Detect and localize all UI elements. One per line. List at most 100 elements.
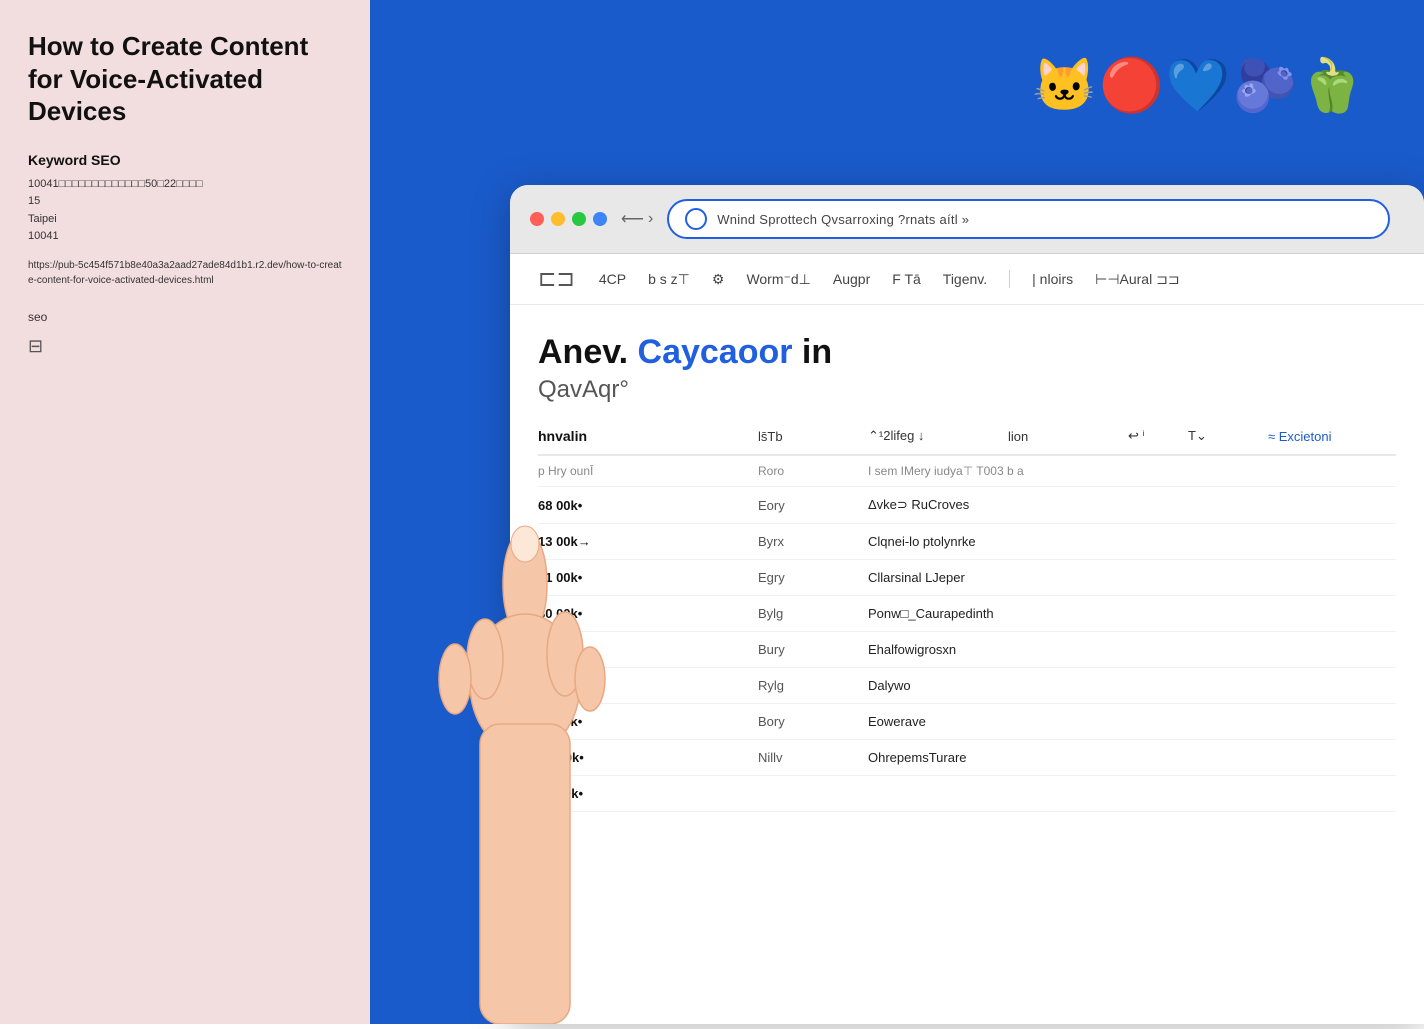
page-heading: Anev. Caycaoor in QavAqr° — [510, 305, 1424, 404]
sidebar: How to Create Content for Voice-Activate… — [0, 0, 370, 1024]
page-heading-sub: QavAqr° — [538, 376, 1396, 404]
nav-arrows[interactable]: ⟵ › — [621, 209, 653, 229]
table-cell-name-0: Eory — [758, 498, 868, 513]
table-col-header-0[interactable]: hnvalin — [538, 428, 758, 444]
nav-logo: ⊏⊐ — [538, 266, 575, 292]
table-col-header-6[interactable]: ≈ Excietoni — [1268, 429, 1388, 444]
table-row[interactable]: 81 00k• Egry Cllarsinal LJeper — [538, 560, 1396, 596]
subheader-2: I sem IMery iudya⊤ T003 b a — [868, 464, 1396, 478]
nav-items: 4CP b s z⊤ ⚙ Worm⁻d⊥ Augpr F Tā Tigenv. … — [599, 270, 1180, 288]
sidebar-meta-line3: Taipei — [28, 213, 57, 225]
table-rows: 68 00k• Eory Δvke⊃ RuCroves 13 00k→ Byrx… — [538, 487, 1396, 812]
table-cell-vol-2: 81 00k• — [538, 570, 758, 585]
nav-divider — [1009, 270, 1010, 288]
nav-back-icon[interactable]: ⟵ — [621, 209, 644, 229]
heading-part1: Anev. — [538, 333, 638, 371]
table-row[interactable]: 68 00k• Eory Δvke⊃ RuCroves — [538, 487, 1396, 524]
table-cell-name-1: Byrx — [758, 534, 868, 549]
emoji-5: 🫑 — [1299, 55, 1364, 116]
table-cell-keyword-2: Cllarsinal LJeper — [868, 570, 1396, 585]
nav-item-0[interactable]: 4CP — [599, 271, 626, 287]
table-cell-keyword-1: Clqnei-lo ptolynrke — [868, 534, 1396, 549]
table-cell-vol-1: 13 00k→ — [538, 534, 758, 549]
sidebar-title: How to Create Content for Voice-Activate… — [28, 30, 342, 128]
heading-part2: in — [792, 333, 832, 371]
table-cell-vol-4: 32 00k• — [538, 642, 758, 657]
sidebar-meta-line4: 10041 — [28, 230, 59, 242]
nav-item-8[interactable]: ⊢⊣Aural ⊐⊐ — [1095, 271, 1179, 288]
nav-item-1[interactable]: b s z⊤ — [648, 271, 690, 288]
emoji-4: 🫐 — [1233, 55, 1298, 116]
sidebar-meta: 10041□□□□□□□□□□□□□50□22□□□□ 15 Taipei 10… — [28, 176, 342, 246]
table-row[interactable]: 32 00k• Bory Eowerave — [538, 704, 1396, 740]
nav-forward-icon[interactable]: › — [648, 210, 653, 228]
table-cell-name-4: Bury — [758, 642, 868, 657]
nav-item-3[interactable]: Worm⁻d⊥ — [746, 271, 810, 288]
table-row[interactable]: 17 004• Rylg Dalywo — [538, 668, 1396, 704]
main-area: 🐱 🔴 💙 🫐 🫑 ⟵ › Wnind Sprottech Qvsarroxin… — [370, 0, 1424, 1024]
close-button[interactable] — [530, 212, 544, 226]
table-cell-name-6: Bory — [758, 714, 868, 729]
heading-blue: Caycaoor — [638, 333, 793, 371]
table-cell-name-5: Rylg — [758, 678, 868, 693]
table-cell-keyword-5: Dalywo — [868, 678, 1396, 693]
emoji-3: 💙 — [1166, 55, 1231, 116]
address-bar[interactable]: Wnind Sprottech Qvsarroxing ?rnats aítl … — [667, 199, 1390, 239]
table-cell-name-7: Nillv — [758, 750, 868, 765]
traffic-lights — [530, 212, 607, 226]
sidebar-keyword: Keyword SEO — [28, 152, 342, 168]
browser-window: ⟵ › Wnind Sprottech Qvsarroxing ?rnats a… — [510, 185, 1424, 1024]
emoji-2: 🔴 — [1099, 55, 1164, 116]
table-cell-vol-6: 32 00k• — [538, 714, 758, 729]
minimize-button[interactable] — [551, 212, 565, 226]
table-cell-name-2: Egry — [758, 570, 868, 585]
nav-item-5[interactable]: F Tā — [892, 271, 921, 287]
nav-item-7[interactable]: | nloirs — [1032, 271, 1073, 287]
sidebar-tag: seo — [28, 310, 342, 324]
page-nav: ⊏⊐ 4CP b s z⊤ ⚙ Worm⁻d⊥ Augpr F Tā Tigen… — [510, 254, 1424, 305]
table-cell-keyword-7: OhrepemsTurare — [868, 750, 1396, 765]
table-col-header-5[interactable]: T⌄ — [1188, 428, 1268, 444]
emoji-1: 🐱 — [1032, 55, 1097, 116]
table-header: hnvalin ls̄Tb ⌃¹2lifeg ↓ lion ↩ ⁱ T⌄ ≈ E… — [538, 418, 1396, 456]
sidebar-meta-line2: 15 — [28, 195, 40, 207]
extra-button[interactable] — [593, 212, 607, 226]
table-subheader: p Hry ounĪ Roro I sem IMery iudya⊤ T003 … — [538, 456, 1396, 487]
table-cell-keyword-6: Eowerave — [868, 714, 1396, 729]
emoji-cluster: 🐱 🔴 💙 🫐 🫑 — [1032, 55, 1364, 116]
table-cell-vol-8: 8F 00k• — [538, 786, 758, 801]
table-cell-vol-3: 80 00k• — [538, 606, 758, 621]
table-cell-vol-5: 17 004• — [538, 678, 758, 693]
table-col-header-4: ↩ ⁱ — [1128, 428, 1188, 444]
browser-chrome: ⟵ › Wnind Sprottech Qvsarroxing ?rnats a… — [510, 185, 1424, 254]
page-heading-title: Anev. Caycaoor in — [538, 333, 1396, 372]
table-cell-vol-0: 68 00k• — [538, 498, 758, 513]
table-col-header-1[interactable]: ls̄Tb — [758, 429, 868, 444]
fullscreen-button[interactable] — [572, 212, 586, 226]
nav-item-2[interactable]: ⚙ — [712, 271, 725, 288]
nav-item-6[interactable]: Tigenv. — [943, 271, 987, 287]
table-row[interactable]: S0 00k• Nillv OhrepemsTurare — [538, 740, 1396, 776]
table-row[interactable]: 13 00k→ Byrx Clqnei-lo ptolynrke — [538, 524, 1396, 560]
nav-item-4[interactable]: Augpr — [833, 271, 870, 287]
table-cell-name-3: Bylg — [758, 606, 868, 621]
table-row[interactable]: 32 00k• Bury Ehalfowigrosxn — [538, 632, 1396, 668]
table-col-header-2[interactable]: ⌃¹2lifeg ↓ — [868, 428, 1008, 444]
table-row[interactable]: 80 00k• Bylg Ponw□_Caurapedinth — [538, 596, 1396, 632]
top-bar: 🐱 🔴 💙 🫐 🫑 — [370, 0, 1424, 170]
address-text[interactable]: Wnind Sprottech Qvsarroxing ?rnats aítl … — [717, 212, 969, 227]
sidebar-url: https://pub-5c454f571b8e40a3a2aad27ade84… — [28, 258, 342, 288]
table-container: hnvalin ls̄Tb ⌃¹2lifeg ↓ lion ↩ ⁱ T⌄ ≈ E… — [510, 418, 1424, 812]
table-cell-keyword-3: Ponw□_Caurapedinth — [868, 606, 1396, 621]
sidebar-meta-line1: 10041□□□□□□□□□□□□□50□22□□□□ — [28, 178, 203, 190]
table-cell-vol-7: S0 00k• — [538, 750, 758, 765]
sidebar-tag-icon: ⊟ — [28, 336, 342, 357]
table-cell-keyword-4: Ehalfowigrosxn — [868, 642, 1396, 657]
address-circle-icon — [685, 208, 707, 230]
subheader-1: Roro — [758, 464, 868, 478]
subheader-0: p Hry ounĪ — [538, 464, 758, 478]
table-cell-keyword-0: Δvke⊃ RuCroves — [868, 497, 1396, 513]
table-row[interactable]: 8F 00k• — [538, 776, 1396, 812]
table-col-header-3[interactable]: lion — [1008, 429, 1128, 444]
page-content: ⊏⊐ 4CP b s z⊤ ⚙ Worm⁻d⊥ Augpr F Tā Tigen… — [510, 254, 1424, 1024]
